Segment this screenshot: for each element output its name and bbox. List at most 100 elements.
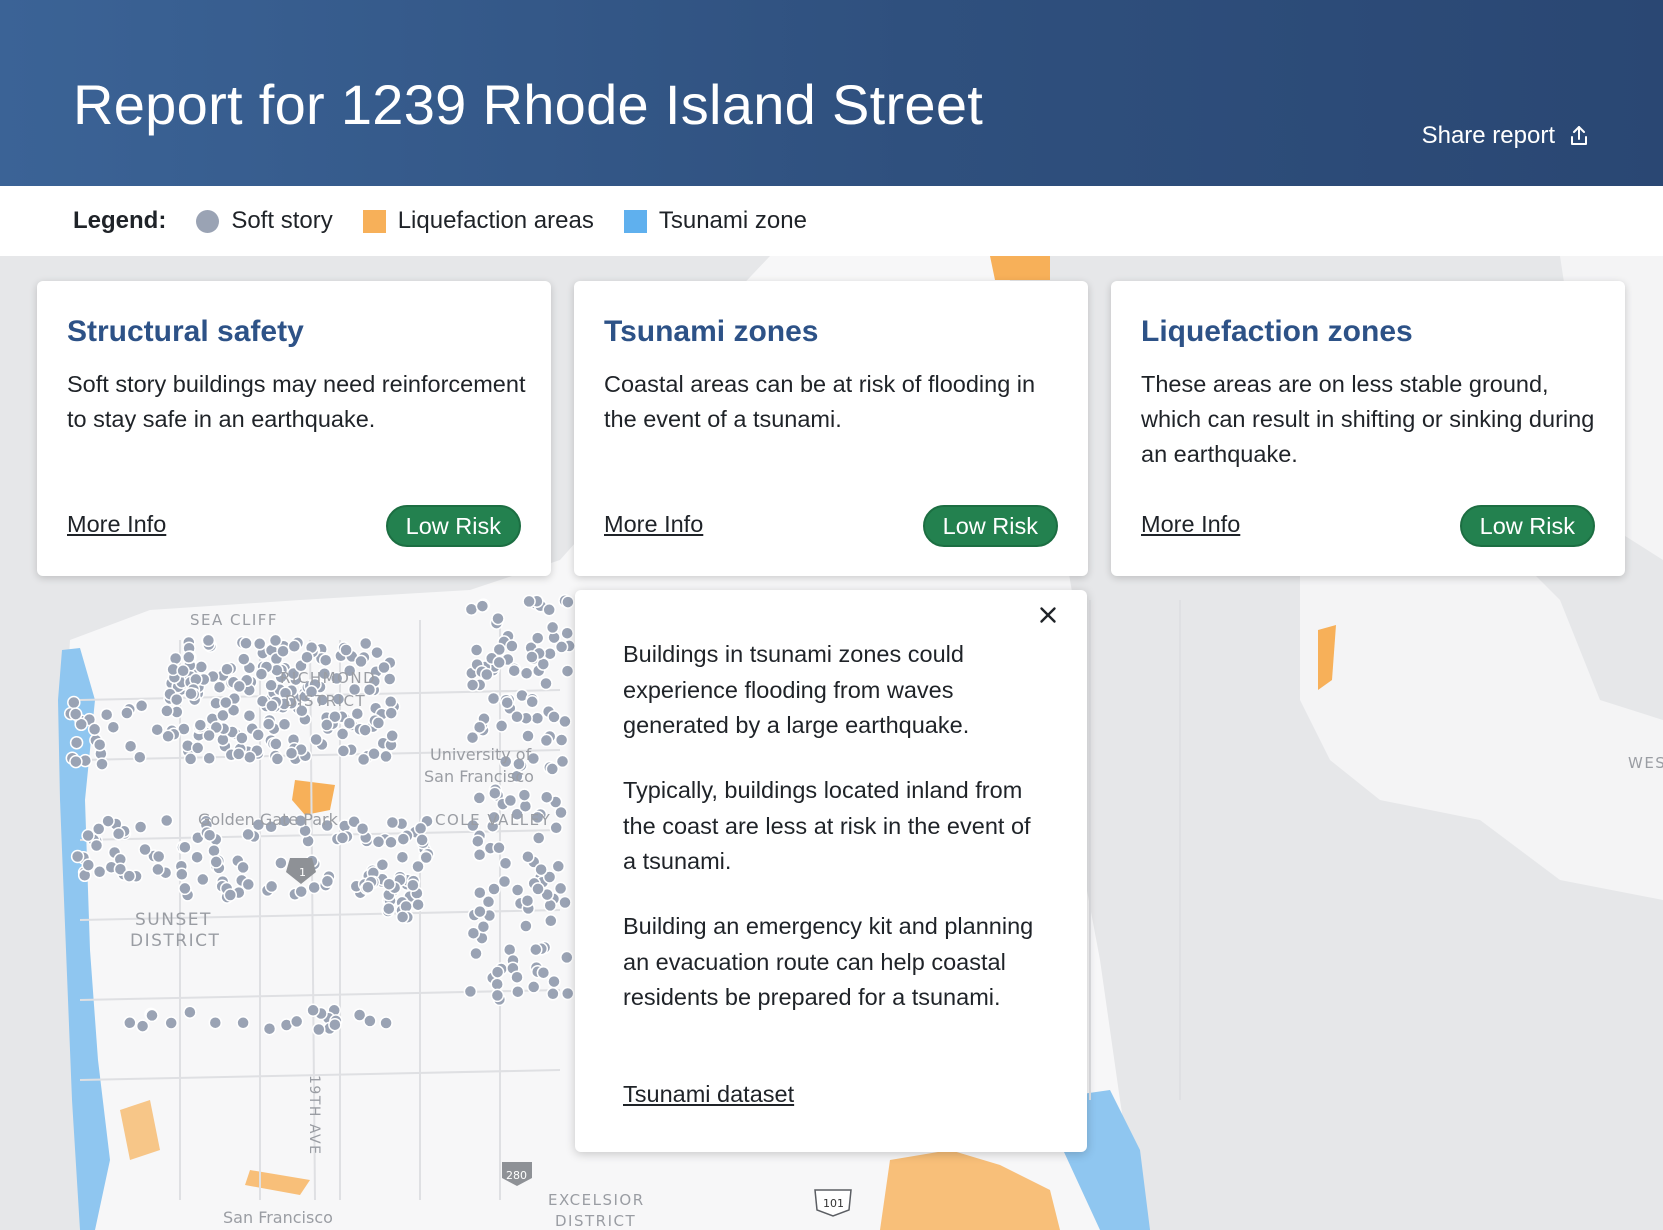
soft-story-marker[interactable] (385, 729, 399, 743)
soft-story-marker[interactable] (471, 834, 485, 848)
soft-story-marker[interactable] (363, 1014, 377, 1028)
soft-story-marker[interactable] (384, 835, 398, 850)
soft-story-marker[interactable] (385, 815, 400, 830)
soft-story-marker[interactable] (252, 637, 267, 651)
soft-story-marker[interactable] (490, 988, 505, 1003)
soft-story-marker[interactable] (87, 722, 102, 737)
soft-story-marker[interactable] (289, 1014, 304, 1029)
soft-story-marker[interactable] (320, 718, 334, 732)
soft-story-marker[interactable] (312, 1022, 326, 1037)
soft-story-marker[interactable] (261, 717, 276, 731)
soft-story-marker[interactable] (356, 752, 371, 767)
soft-story-marker[interactable] (122, 869, 137, 883)
soft-story-marker[interactable] (473, 904, 487, 919)
soft-story-marker[interactable] (463, 984, 478, 999)
soft-story-marker[interactable] (262, 1021, 277, 1036)
soft-story-marker[interactable] (339, 643, 353, 657)
soft-story-marker[interactable] (465, 678, 480, 692)
soft-story-marker[interactable] (236, 1016, 250, 1030)
soft-story-marker[interactable] (68, 707, 83, 721)
soft-story-marker[interactable] (517, 788, 532, 802)
soft-story-marker[interactable] (67, 695, 81, 710)
soft-story-marker[interactable] (264, 879, 279, 894)
soft-story-marker[interactable] (545, 620, 560, 635)
soft-story-marker[interactable] (560, 950, 574, 965)
soft-story-marker[interactable] (133, 750, 147, 764)
soft-story-marker[interactable] (190, 850, 204, 864)
soft-story-marker[interactable] (176, 664, 190, 678)
soft-story-marker[interactable] (133, 820, 148, 834)
soft-story-marker[interactable] (503, 793, 518, 808)
soft-story-marker[interactable] (178, 840, 192, 854)
soft-story-marker[interactable] (510, 710, 524, 724)
soft-story-marker[interactable] (500, 695, 514, 710)
soft-story-marker[interactable] (497, 874, 512, 889)
soft-story-marker[interactable] (120, 706, 134, 720)
soft-story-marker[interactable] (223, 888, 238, 902)
soft-story-marker[interactable] (150, 722, 164, 737)
soft-story-marker[interactable] (89, 838, 104, 853)
soft-story-marker[interactable] (521, 729, 535, 743)
soft-story-marker[interactable] (413, 821, 428, 836)
soft-story-marker[interactable] (531, 831, 546, 845)
soft-story-marker[interactable] (101, 814, 115, 828)
soft-story-marker[interactable] (123, 739, 138, 753)
tsunami-dataset-link[interactable]: Tsunami dataset (623, 1081, 794, 1108)
soft-story-marker[interactable] (92, 737, 107, 752)
soft-story-marker[interactable] (554, 640, 569, 654)
soft-story-marker[interactable] (354, 654, 368, 669)
soft-story-marker[interactable] (265, 699, 279, 713)
soft-story-marker[interactable] (106, 720, 121, 734)
soft-story-marker[interactable] (202, 828, 217, 842)
soft-story-marker[interactable] (382, 672, 397, 686)
soft-story-marker[interactable] (69, 735, 84, 750)
soft-story-marker[interactable] (560, 986, 575, 1001)
soft-story-marker[interactable] (507, 663, 521, 678)
close-icon[interactable] (1035, 602, 1061, 628)
soft-story-marker[interactable] (539, 733, 554, 748)
soft-story-marker[interactable] (546, 987, 560, 1001)
soft-story-marker[interactable] (498, 856, 513, 871)
soft-story-marker[interactable] (554, 733, 569, 747)
soft-story-marker[interactable] (95, 757, 109, 771)
soft-story-marker[interactable] (519, 666, 534, 681)
soft-story-marker[interactable] (209, 855, 223, 869)
soft-story-marker[interactable] (539, 676, 553, 691)
soft-story-marker[interactable] (481, 895, 496, 909)
soft-story-marker[interactable] (268, 633, 283, 648)
soft-story-marker[interactable] (212, 680, 227, 694)
soft-story-marker[interactable] (243, 750, 257, 765)
soft-story-marker[interactable] (169, 692, 184, 707)
soft-story-marker[interactable] (469, 946, 483, 961)
soft-story-marker[interactable] (190, 741, 205, 755)
soft-story-marker[interactable] (241, 827, 255, 842)
soft-story-marker[interactable] (521, 849, 535, 864)
soft-story-marker[interactable] (549, 821, 563, 835)
soft-story-marker[interactable] (300, 650, 314, 664)
soft-story-marker[interactable] (395, 910, 410, 924)
more-info-link[interactable]: More Info (1141, 511, 1240, 538)
soft-story-marker[interactable] (383, 694, 398, 709)
soft-story-marker[interactable] (492, 841, 506, 855)
soft-story-marker[interactable] (336, 744, 351, 758)
soft-story-marker[interactable] (486, 691, 501, 706)
soft-story-marker[interactable] (547, 710, 561, 724)
soft-story-marker[interactable] (160, 704, 174, 718)
more-info-link[interactable]: More Info (67, 511, 166, 538)
soft-story-marker[interactable] (480, 667, 494, 682)
soft-story-marker[interactable] (168, 651, 183, 666)
soft-story-marker[interactable] (525, 650, 539, 664)
soft-story-marker[interactable] (318, 653, 333, 667)
soft-story-marker[interactable] (545, 762, 560, 776)
soft-story-marker[interactable] (555, 754, 570, 769)
soft-story-marker[interactable] (520, 893, 535, 908)
soft-story-marker[interactable] (531, 882, 545, 896)
soft-story-marker[interactable] (151, 862, 165, 877)
soft-story-marker[interactable] (472, 848, 487, 862)
soft-story-marker[interactable] (529, 942, 543, 957)
soft-story-marker[interactable] (134, 699, 149, 713)
more-info-link[interactable]: More Info (604, 511, 703, 538)
soft-story-marker[interactable] (202, 728, 216, 743)
soft-story-marker[interactable] (379, 749, 393, 764)
soft-story-marker[interactable] (469, 643, 484, 657)
